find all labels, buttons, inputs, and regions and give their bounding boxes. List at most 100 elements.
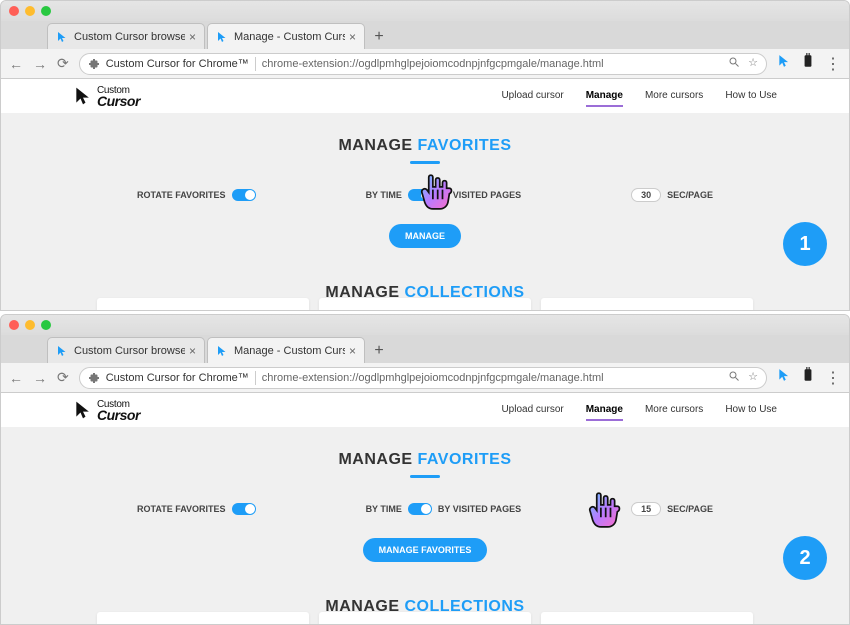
collection-card[interactable] [97, 298, 309, 310]
site-header: Custom Cursor Upload cursor Manage More … [1, 393, 849, 427]
by-time-label: BY TIME [366, 504, 402, 514]
extension-icon [88, 372, 100, 384]
site-header: Custom Cursor Upload cursor Manage More … [1, 79, 849, 113]
nav-manage[interactable]: Manage [586, 400, 623, 421]
nav-how-to-use[interactable]: How to Use [725, 86, 777, 107]
manage-favorites-button[interactable]: MANAGE FAVORITES [363, 538, 488, 562]
nav-more-cursors[interactable]: More cursors [645, 86, 703, 107]
tab-close-icon[interactable]: × [189, 30, 196, 44]
sec-per-page-input[interactable]: 15 [631, 502, 661, 516]
minimize-window-icon[interactable] [25, 6, 35, 16]
heading-underline [410, 161, 440, 164]
collection-card[interactable] [319, 298, 531, 310]
new-tab-button[interactable]: + [367, 25, 391, 49]
rotation-mode-control: BY TIME BY VISITED PAGES [366, 503, 522, 515]
browser-toolbar: ← → ⟳ Custom Cursor for Chrome™ chrome-e… [1, 363, 849, 393]
address-bar[interactable]: Custom Cursor for Chrome™ chrome-extensi… [79, 53, 767, 75]
site-nav: Upload cursor Manage More cursors How to… [501, 86, 777, 107]
menu-dots-icon[interactable]: ⋮ [825, 54, 841, 74]
cursor-favicon-icon [216, 345, 228, 357]
omnibox-url: chrome-extension://ogdlpmhglpejoiomcodnp… [262, 58, 722, 70]
bookmark-star-icon[interactable]: ☆ [748, 370, 758, 385]
nav-upload-cursor[interactable]: Upload cursor [501, 86, 563, 107]
heading-underline [410, 475, 440, 478]
reload-button[interactable]: ⟳ [57, 369, 69, 386]
rotate-favorites-toggle[interactable] [232, 189, 256, 201]
rotate-favorites-toggle[interactable] [232, 503, 256, 515]
minimize-window-icon[interactable] [25, 320, 35, 330]
search-icon[interactable] [728, 56, 740, 71]
site-nav: Upload cursor Manage More cursors How to… [501, 400, 777, 421]
sec-per-page-control: 30 SEC/PAGE [631, 188, 713, 202]
browser-window-2: Custom Cursor browser extensi × Manage -… [0, 314, 850, 625]
step-number-badge: 2 [783, 536, 827, 580]
bookmark-star-icon[interactable]: ☆ [748, 56, 758, 71]
close-window-icon[interactable] [9, 320, 19, 330]
omnibox-site-name: Custom Cursor for Chrome™ [106, 372, 249, 384]
new-tab-button[interactable]: + [367, 339, 391, 363]
sec-per-page-input[interactable]: 30 [631, 188, 661, 202]
extension-icon [88, 58, 100, 70]
favorites-controls-row: ROTATE FAVORITES BY TIME BY VISITED PAGE… [1, 502, 849, 516]
toolbar-extensions: ⋮ [777, 53, 841, 74]
sec-per-page-control: 15 SEC/PAGE [631, 502, 713, 516]
extension-icon[interactable] [801, 367, 815, 388]
search-icon[interactable] [728, 370, 740, 385]
collection-card[interactable] [541, 612, 753, 624]
window-titlebar [1, 315, 849, 335]
collections-cards [1, 612, 849, 624]
nav-manage[interactable]: Manage [586, 86, 623, 107]
tab-custom-cursor-site[interactable]: Custom Cursor browser extensi × [47, 337, 205, 363]
tab-close-icon[interactable]: × [189, 344, 196, 358]
window-traffic-lights [9, 320, 51, 330]
collection-card[interactable] [319, 612, 531, 624]
collection-card[interactable] [541, 298, 753, 310]
site-logo[interactable]: Custom Cursor [73, 400, 140, 420]
omnibox-divider [255, 371, 256, 385]
favorites-section: MANAGE FAVORITES ROTATE FAVORITES BY TIM… [1, 427, 849, 624]
menu-dots-icon[interactable]: ⋮ [825, 368, 841, 388]
rotate-favorites-control: ROTATE FAVORITES [137, 503, 256, 515]
page-content: Custom Cursor Upload cursor Manage More … [1, 79, 849, 310]
back-button[interactable]: ← [9, 56, 23, 72]
tab-close-icon[interactable]: × [349, 344, 356, 358]
maximize-window-icon[interactable] [41, 6, 51, 16]
omnibox-site-name: Custom Cursor for Chrome™ [106, 58, 249, 70]
rotation-mode-toggle[interactable] [408, 503, 432, 515]
omnibox-url: chrome-extension://ogdlpmhglpejoiomcodnp… [262, 372, 722, 384]
cursor-favicon-icon [56, 31, 68, 43]
maximize-window-icon[interactable] [41, 320, 51, 330]
nav-more-cursors[interactable]: More cursors [645, 400, 703, 421]
extension-icon[interactable] [801, 53, 815, 74]
forward-button[interactable]: → [33, 370, 47, 386]
tab-custom-cursor-site[interactable]: Custom Cursor browser extensi × [47, 23, 205, 49]
forward-button[interactable]: → [33, 56, 47, 72]
custom-cursor-extension-icon[interactable] [777, 54, 791, 73]
tab-manage-page[interactable]: Manage - Custom Cursor for Ch × [207, 23, 365, 49]
close-window-icon[interactable] [9, 6, 19, 16]
rotation-mode-control: BY TIME BY VISITED PAGES [366, 189, 522, 201]
logo-text: Custom Cursor [97, 86, 140, 106]
manage-favorites-button[interactable]: MANAGE [389, 224, 461, 248]
tab-title: Manage - Custom Cursor for Ch [234, 31, 345, 43]
by-visited-label: BY VISITED PAGES [438, 504, 521, 514]
address-bar[interactable]: Custom Cursor for Chrome™ chrome-extensi… [79, 367, 767, 389]
collection-card[interactable] [97, 612, 309, 624]
favorites-section: MANAGE FAVORITES ROTATE FAVORITES BY TIM… [1, 113, 849, 310]
tab-close-icon[interactable]: × [349, 30, 356, 44]
reload-button[interactable]: ⟳ [57, 55, 69, 72]
by-time-label: BY TIME [366, 190, 402, 200]
tab-strip: Custom Cursor browser extensi × Manage -… [1, 335, 849, 363]
site-logo[interactable]: Custom Cursor [73, 86, 140, 106]
nav-how-to-use[interactable]: How to Use [725, 400, 777, 421]
page-content: Custom Cursor Upload cursor Manage More … [1, 393, 849, 624]
rotation-mode-toggle[interactable] [408, 189, 432, 201]
back-button[interactable]: ← [9, 370, 23, 386]
sec-per-page-label: SEC/PAGE [667, 504, 713, 514]
tab-title: Manage - Custom Cursor for Ch [234, 345, 345, 357]
nav-upload-cursor[interactable]: Upload cursor [501, 400, 563, 421]
custom-cursor-extension-icon[interactable] [777, 368, 791, 387]
tab-strip: Custom Cursor browser extensi × Manage -… [1, 21, 849, 49]
tab-title: Custom Cursor browser extensi [74, 31, 185, 43]
tab-manage-page[interactable]: Manage - Custom Cursor for Ch × [207, 337, 365, 363]
